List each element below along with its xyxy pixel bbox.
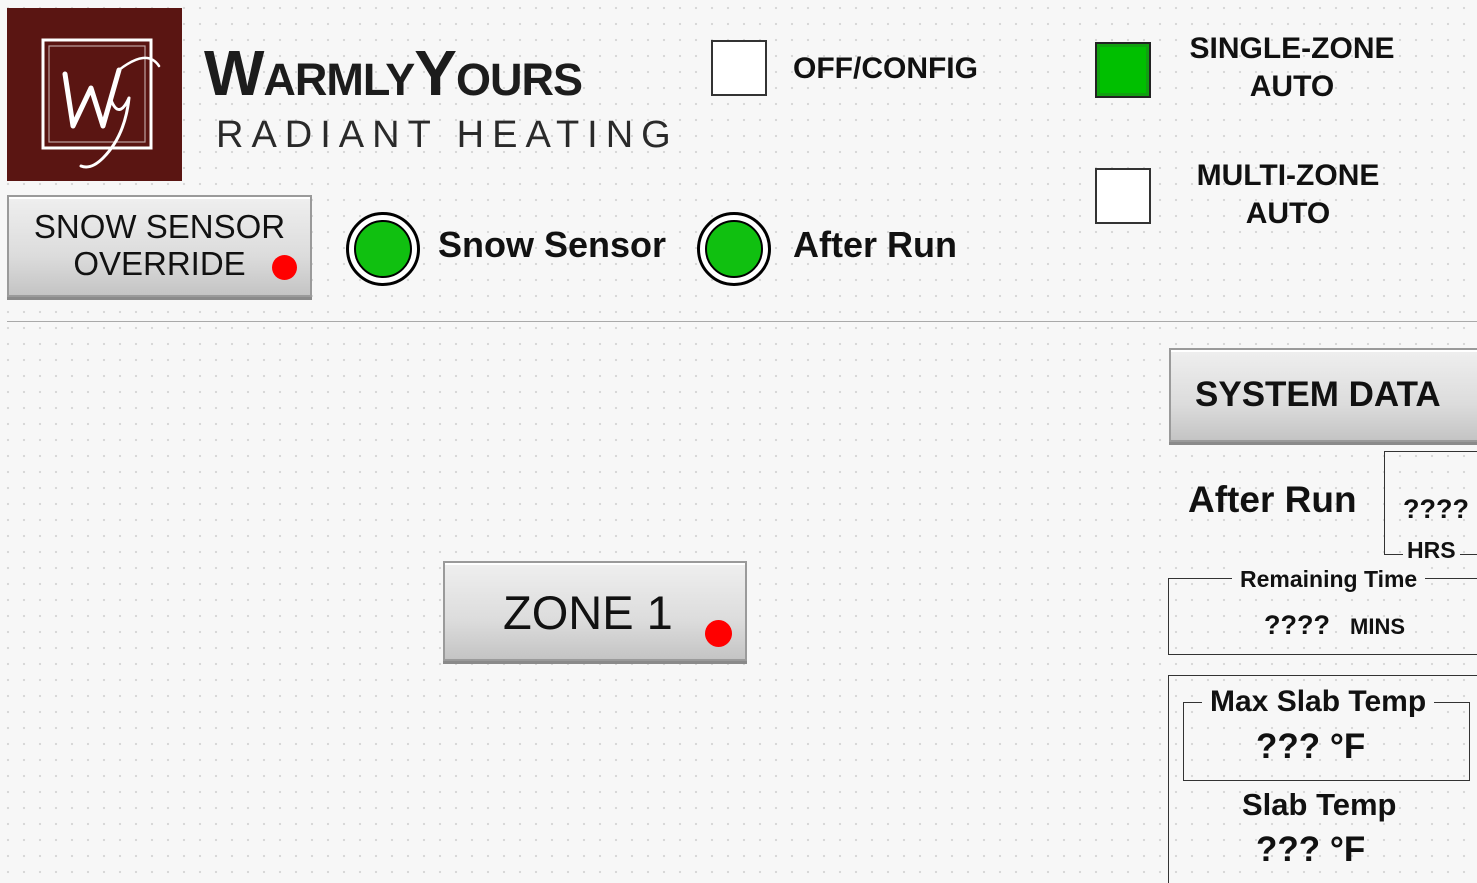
zone-1-status-dot-icon <box>705 620 732 647</box>
remaining-time-unit: MINS <box>1350 614 1405 639</box>
zone-1-label: ZONE 1 <box>503 586 673 639</box>
multi-zone-auto-label: MULTI-ZONE AUTO <box>1170 157 1406 233</box>
multi-zone-label-line2: AUTO <box>1245 197 1331 230</box>
multi-zone-auto-checkbox[interactable] <box>1095 168 1151 224</box>
single-zone-label-line2: AUTO <box>1249 70 1335 103</box>
logo-monogram-icon <box>41 38 161 169</box>
snow-sensor-indicator-icon <box>346 212 420 286</box>
snow-override-label: SNOW SENSOR OVERRIDE <box>9 208 310 282</box>
system-data-button[interactable]: SYSTEM DATA <box>1169 348 1477 442</box>
remaining-time-legend: Remaining Time <box>1232 566 1426 593</box>
off-config-checkbox[interactable] <box>711 40 767 96</box>
after-run-data-label: After Run <box>1188 479 1357 520</box>
max-slab-temp-legend: Max Slab Temp <box>1202 685 1435 719</box>
snow-sensor-override-button[interactable]: SNOW SENSOR OVERRIDE <box>7 195 312 297</box>
multi-zone-label-line1: MULTI-ZONE <box>1196 159 1380 192</box>
brand-subtitle: RADIANT HEATING <box>216 114 679 156</box>
snow-sensor-indicator-label: Snow Sensor <box>438 224 667 265</box>
after-run-value: ???? <box>1403 494 1469 524</box>
brand-logo <box>7 8 182 181</box>
snow-override-label-line1: SNOW SENSOR <box>33 208 286 245</box>
remaining-time-value: ???? <box>1264 610 1330 640</box>
snow-override-label-line2: OVERRIDE <box>73 245 246 282</box>
single-zone-auto-checkbox[interactable] <box>1095 42 1151 98</box>
single-zone-label-line1: SINGLE-ZONE <box>1189 32 1395 65</box>
snow-override-status-dot-icon <box>272 255 297 280</box>
max-slab-temp-value: ??? °F <box>1256 727 1366 766</box>
slab-temp-label: Slab Temp <box>1242 787 1397 822</box>
off-config-label: OFF/CONFIG <box>793 52 978 85</box>
single-zone-auto-label: SINGLE-ZONE AUTO <box>1172 30 1412 106</box>
slab-temp-value: ??? °F <box>1256 830 1366 869</box>
zone-1-button[interactable]: ZONE 1 <box>443 561 747 661</box>
after-run-unit: HRS <box>1403 537 1460 564</box>
after-run-indicator-label: After Run <box>793 224 957 265</box>
after-run-indicator-icon <box>697 212 771 286</box>
header-divider <box>7 321 1477 322</box>
system-data-label: SYSTEM DATA <box>1195 375 1441 414</box>
brand-title: WarmlyYours <box>204 37 583 109</box>
